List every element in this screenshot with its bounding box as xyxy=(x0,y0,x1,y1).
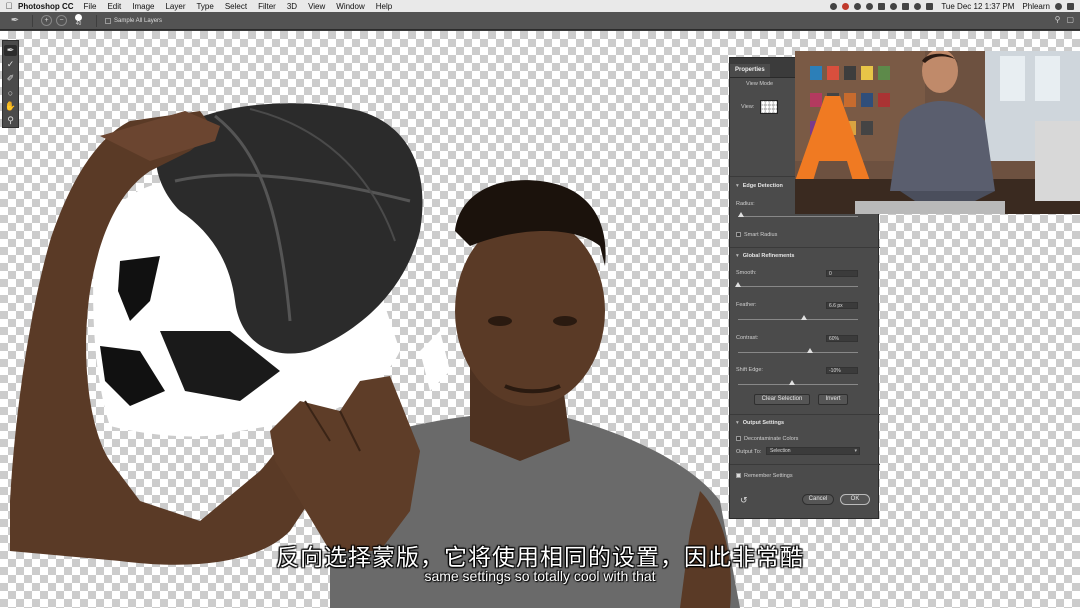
view-mode-dropdown[interactable] xyxy=(760,100,778,114)
quick-selection-tool-icon[interactable]: ✒ xyxy=(4,45,17,56)
decontaminate-colors-label: Decontaminate Colors xyxy=(744,436,799,442)
lasso-tool-icon[interactable]: ○ xyxy=(4,87,17,98)
radius-slider-track[interactable] xyxy=(738,216,858,217)
smooth-value-field[interactable]: 0 xyxy=(826,270,858,277)
brush-size-value: 40 xyxy=(75,21,82,27)
menu-help[interactable]: Help xyxy=(376,2,392,11)
output-settings-header[interactable]: Output Settings xyxy=(736,420,784,426)
battery-icon[interactable] xyxy=(926,2,934,10)
clear-selection-button[interactable]: Clear Selection xyxy=(754,394,810,405)
apple-menu-icon[interactable]:  xyxy=(0,1,18,11)
radius-label: Radius: xyxy=(736,201,755,207)
workspace-icon[interactable]: ▢ xyxy=(1066,15,1074,24)
bluetooth-icon[interactable] xyxy=(878,2,886,10)
menu-window[interactable]: Window xyxy=(336,2,364,11)
contrast-slider-thumb[interactable] xyxy=(807,348,813,353)
separator xyxy=(32,14,33,27)
hand-tool-icon[interactable]: ✋ xyxy=(4,101,17,112)
smooth-slider-thumb[interactable] xyxy=(735,282,741,287)
properties-tab[interactable]: Properties xyxy=(730,64,770,77)
dropbox-icon[interactable] xyxy=(830,2,838,10)
notification-center-icon[interactable] xyxy=(1067,2,1074,10)
refine-edge-brush-icon[interactable]: ✓ xyxy=(4,59,17,70)
view-label: View: xyxy=(741,104,755,110)
menu-edit[interactable]: Edit xyxy=(107,2,121,11)
subtract-mode-button[interactable]: − xyxy=(56,15,67,26)
subtitle-chinese: 反向选择蒙版，它将使用相同的设置，因此非常酷 xyxy=(276,545,804,571)
contrast-label: Contrast: xyxy=(736,335,759,341)
refine-brush-icon[interactable]: ✒ xyxy=(6,14,24,28)
brush-preview-icon xyxy=(75,14,82,21)
wifi-icon[interactable] xyxy=(890,2,898,10)
reset-icon[interactable]: ↺ xyxy=(740,495,748,506)
menu-filter[interactable]: Filter xyxy=(258,2,276,11)
divider xyxy=(730,464,880,465)
app-menu[interactable]: Photoshop CC xyxy=(18,2,74,11)
smooth-slider-track[interactable] xyxy=(738,286,858,287)
separator xyxy=(96,14,97,27)
airplay-icon[interactable] xyxy=(902,2,910,10)
presenter-video-overlay xyxy=(795,51,1080,214)
brush-size-picker[interactable]: 40 xyxy=(75,14,82,27)
ok-button[interactable]: OK xyxy=(840,494,870,505)
contrast-value-field[interactable]: 60% xyxy=(826,335,858,342)
clock[interactable]: Tue Dec 12 1:37 PM xyxy=(941,2,1014,11)
invert-button[interactable]: Invert xyxy=(818,394,848,405)
volume-icon[interactable] xyxy=(914,2,922,10)
feather-value-field[interactable]: 6.6 px xyxy=(826,302,858,309)
divider xyxy=(730,414,880,415)
menu-3d[interactable]: 3D xyxy=(287,2,297,11)
decontaminate-colors-checkbox[interactable] xyxy=(736,436,741,442)
timemachine-icon[interactable] xyxy=(866,2,874,10)
search-icon[interactable]: ⚲ xyxy=(1055,15,1061,24)
menu-image[interactable]: Image xyxy=(132,2,154,11)
spotlight-icon[interactable] xyxy=(1055,2,1062,10)
menu-select[interactable]: Select xyxy=(225,2,247,11)
menu-type[interactable]: Type xyxy=(196,2,213,11)
smart-radius-checkbox[interactable] xyxy=(736,232,741,238)
menu-file[interactable]: File xyxy=(84,2,97,11)
feather-slider-track[interactable] xyxy=(738,319,858,320)
view-mode-header: View Mode xyxy=(746,81,774,87)
status-area: Tue Dec 12 1:37 PM Phlearn xyxy=(830,0,1074,12)
global-refinements-header[interactable]: Global Refinements xyxy=(736,253,795,259)
smooth-label: Smooth: xyxy=(736,270,757,276)
mac-menu-bar:  Photoshop CC File Edit Image Layer Typ… xyxy=(0,0,1080,12)
radius-slider-thumb[interactable] xyxy=(738,212,744,217)
brush-tool-icon[interactable]: ✐ xyxy=(4,73,17,84)
edge-detection-header[interactable]: Edge Detection xyxy=(736,183,783,189)
shift-edge-slider-track[interactable] xyxy=(738,384,858,385)
zoom-tool-icon[interactable]: ⚲ xyxy=(4,115,17,126)
cancel-button[interactable]: Cancel xyxy=(802,494,834,505)
shift-edge-label: Shift Edge: xyxy=(736,367,763,373)
options-right-icons: ⚲ ▢ xyxy=(1055,15,1074,24)
add-mode-button[interactable]: + xyxy=(41,15,52,26)
feather-label: Feather: xyxy=(736,302,757,308)
sample-all-layers-label: Sample All Layers xyxy=(114,17,163,24)
presenter-video-frame xyxy=(795,51,1080,214)
contrast-slider-track[interactable] xyxy=(738,352,858,353)
divider xyxy=(730,247,880,248)
tools-panel: ✒ ✓ ✐ ○ ✋ ⚲ xyxy=(2,40,19,128)
menu-view[interactable]: View xyxy=(308,2,325,11)
remember-settings-checkbox[interactable] xyxy=(736,473,741,479)
options-bar: ✒ + − 40 Sample All Layers ⚲ ▢ xyxy=(0,12,1080,30)
shift-edge-value-field[interactable]: -10% xyxy=(826,367,858,374)
user-menu[interactable]: Phlearn xyxy=(1022,2,1050,11)
cloud-icon[interactable] xyxy=(854,2,862,10)
remember-settings-label: Remember Settings xyxy=(744,473,793,479)
record-icon[interactable] xyxy=(842,2,850,10)
smart-radius-label: Smart Radius xyxy=(744,232,778,238)
sample-all-layers-checkbox[interactable] xyxy=(105,17,111,24)
subtitle-english: same settings so totally cool with that xyxy=(424,568,656,584)
menu-layer[interactable]: Layer xyxy=(165,2,185,11)
feather-slider-thumb[interactable] xyxy=(801,315,807,320)
output-to-select[interactable]: Selection xyxy=(766,447,860,455)
output-to-label: Output To: xyxy=(736,449,762,455)
shift-edge-slider-thumb[interactable] xyxy=(789,380,795,385)
